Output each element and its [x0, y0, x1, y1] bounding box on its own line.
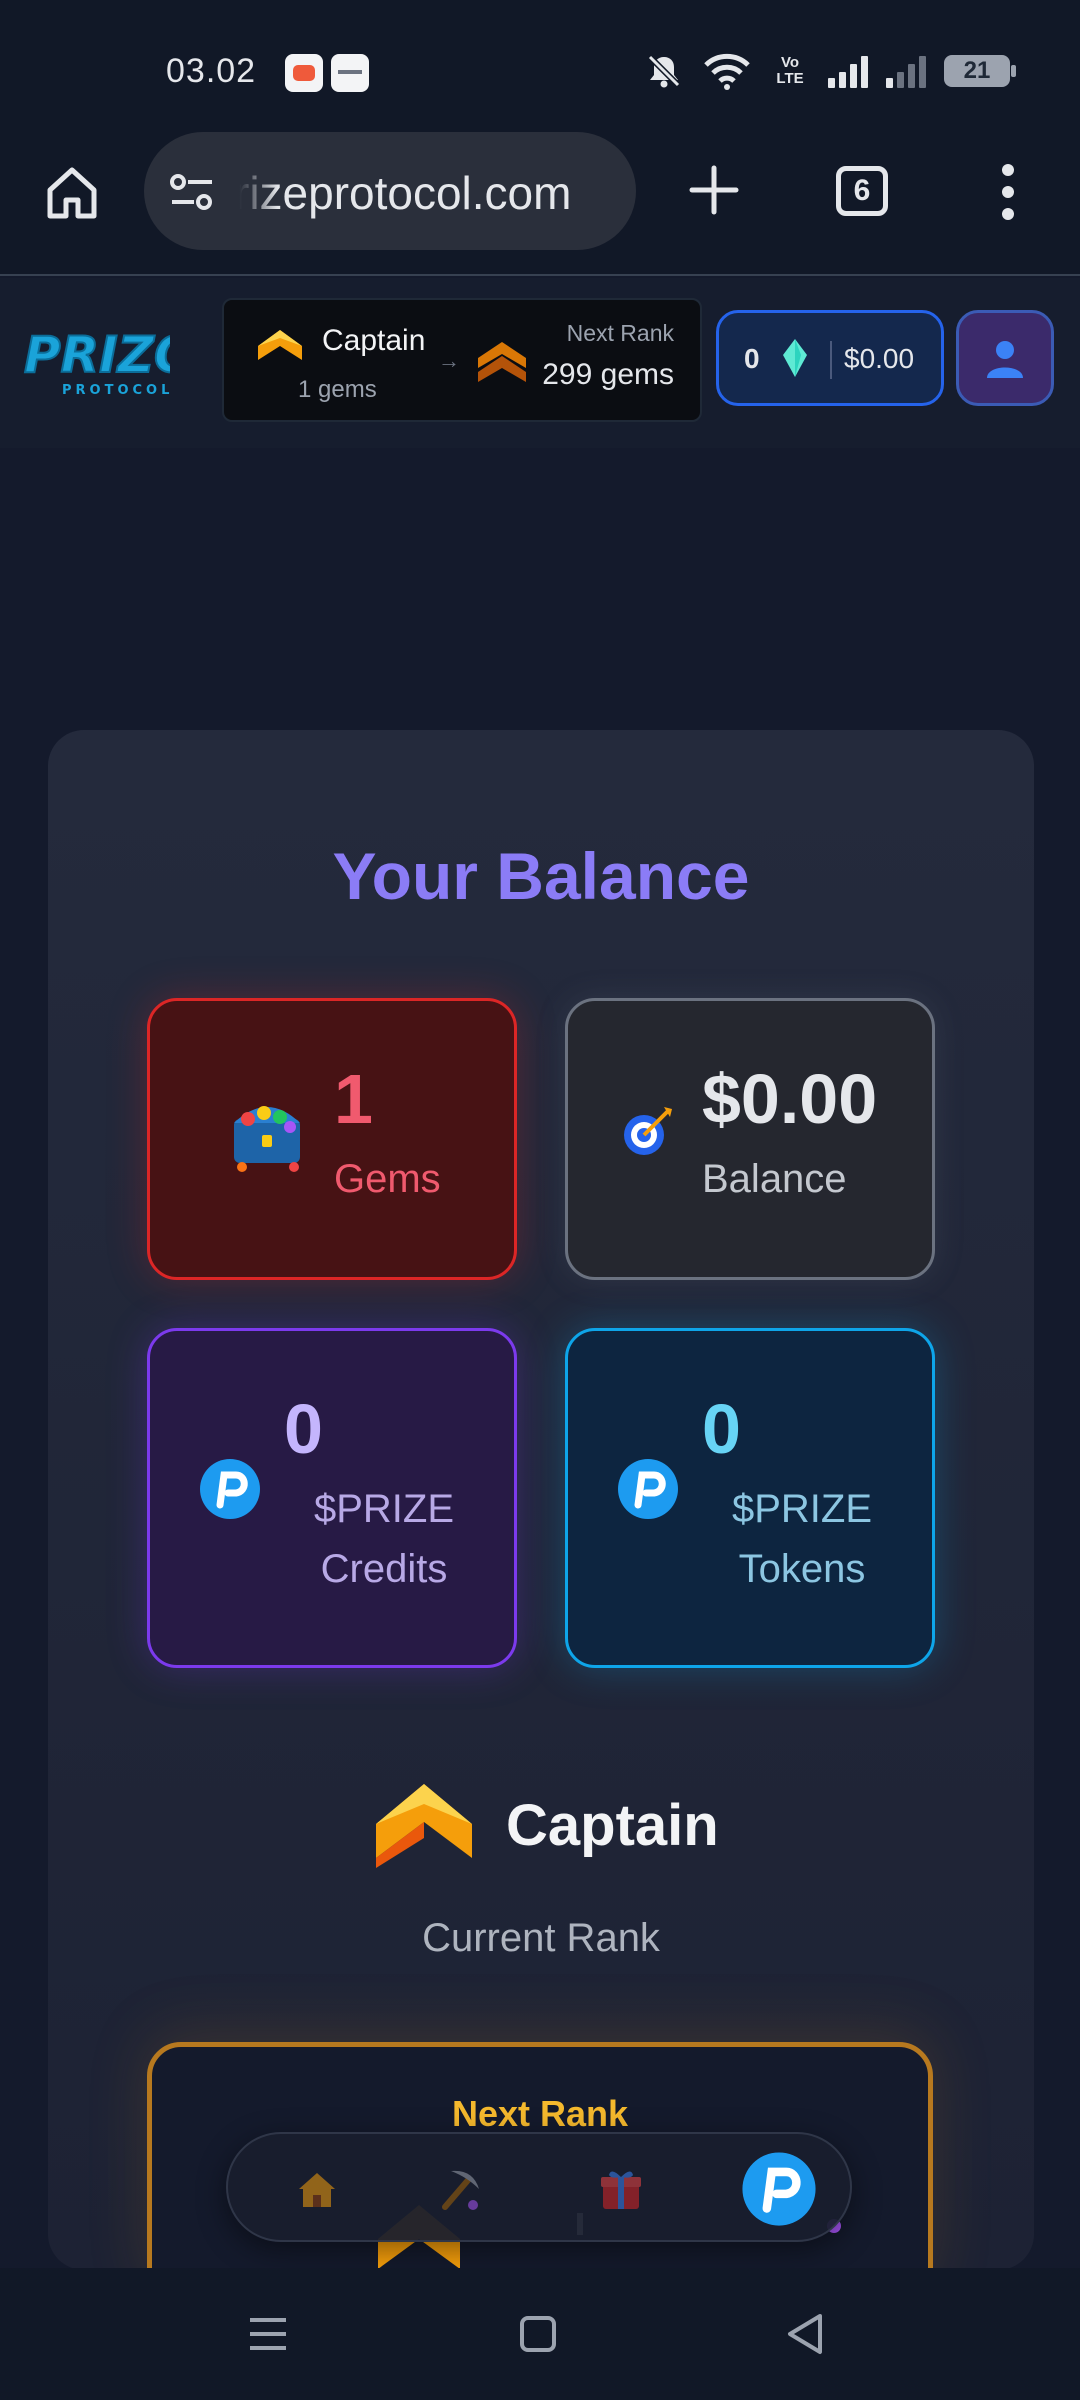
tokens-value: 0	[702, 1390, 741, 1468]
gems-label: Gems	[334, 1157, 441, 1201]
tokens-label: $PRIZE Tokens	[731, 1487, 873, 1591]
pickaxe-icon	[442, 2170, 479, 2210]
current-rank-gems: 1 gems	[298, 376, 377, 403]
plus-icon[interactable]	[682, 158, 746, 222]
current-rank: Captain	[48, 1780, 1034, 1870]
wallet-gems: 0	[744, 343, 760, 374]
tabs-icon[interactable]: 6	[836, 166, 888, 216]
prize-credits-tile[interactable]: 0 $PRIZE Credits	[147, 1328, 517, 1668]
logo-text: PRIZO	[24, 326, 170, 384]
recents-icon[interactable]	[240, 2306, 296, 2362]
next-rank-label: Next Rank	[566, 320, 674, 346]
home-icon	[299, 2173, 335, 2207]
wifi-icon	[704, 53, 750, 90]
rank-name: Captain	[506, 1793, 719, 1858]
balance-label: Balance	[702, 1157, 847, 1201]
nav-home[interactable]	[280, 2152, 354, 2226]
user-icon	[987, 341, 1023, 378]
address-bar[interactable]: rizeprotocol.com	[144, 132, 636, 250]
balance-title: Your Balance	[332, 839, 750, 913]
more-vert-icon[interactable]	[990, 160, 1026, 224]
profile-button[interactable]	[956, 310, 1054, 406]
prizo-protocol-logo[interactable]: PRIZO PROTOCOL	[20, 314, 170, 414]
system-icons: Vo LTE 21	[644, 48, 1016, 94]
credits-value: 0	[284, 1390, 323, 1468]
target-icon	[624, 1107, 672, 1155]
nav-gift[interactable]	[584, 2152, 658, 2226]
status-bar: 03.02 Vo LTE 21	[0, 0, 1080, 130]
signal-icon	[828, 54, 868, 88]
mute-icon	[647, 54, 681, 88]
wallet-divider	[830, 341, 832, 379]
url-text: rizeprotocol.com	[234, 167, 572, 219]
site-settings-icon[interactable]	[168, 170, 216, 214]
balance-value: $0.00	[702, 1060, 878, 1138]
logo-subtext: PROTOCOL	[62, 383, 170, 398]
gift-icon	[601, 2171, 641, 2209]
home-icon[interactable]	[510, 2306, 566, 2362]
current-rank-name: Captain	[322, 324, 426, 357]
next-rank-icon	[478, 342, 526, 382]
gems-tile[interactable]: 1 Gems	[147, 998, 517, 1280]
tab-count: 6	[853, 174, 871, 207]
network-type-label: Vo LTE	[776, 54, 804, 87]
prize-logo-icon	[742, 2152, 816, 2226]
gems-value: 1	[334, 1060, 373, 1138]
signal-icon	[886, 54, 926, 88]
back-icon[interactable]	[778, 2306, 834, 2362]
prize-logo-icon	[200, 1459, 260, 1519]
app-notification-icon	[331, 54, 369, 92]
browser-toolbar: rizeprotocol.com 6	[0, 130, 1080, 276]
nav-mine[interactable]	[422, 2152, 496, 2226]
app-header: PRIZO PROTOCOL Captain 1 gems → Next Ran…	[0, 278, 1080, 448]
gem-icon	[783, 339, 807, 377]
app-notification-icon	[285, 54, 323, 92]
prize-logo-icon	[618, 1459, 678, 1519]
rank-subtitle: Current Rank	[422, 1916, 660, 1960]
prize-tokens-tile[interactable]: 0 $PRIZE Tokens	[565, 1328, 935, 1668]
battery-level: 21	[963, 57, 991, 84]
captain-rank-icon	[376, 1784, 472, 1868]
bottom-nav	[226, 2132, 852, 2242]
nav-prize[interactable]	[734, 2144, 824, 2234]
system-nav-bar	[0, 2268, 1080, 2400]
app-screen: 03.02 Vo LTE 21 rizeprotocol.com 6 PRIZ …	[0, 0, 1080, 2400]
treasure-chest-icon	[234, 1106, 300, 1172]
captain-rank-icon	[258, 330, 302, 360]
rank-progress-pill[interactable]: Captain 1 gems → Next Rank 299 gems	[222, 298, 702, 422]
arrow-right-icon: →	[438, 348, 460, 373]
wallet-balance: $0.00	[844, 343, 915, 374]
battery-icon: 21	[944, 55, 1016, 87]
home-icon[interactable]	[40, 160, 104, 224]
url-fade	[230, 152, 278, 232]
balance-tile[interactable]: $0.00 Balance	[565, 998, 935, 1280]
credits-label: $PRIZE Credits	[313, 1487, 455, 1591]
wallet-pill[interactable]: 0 $0.00	[716, 310, 944, 406]
next-rank-heading: Next Rank	[451, 2093, 629, 2134]
next-rank-gems: 299 gems	[542, 358, 674, 391]
balance-card: Your Balance 1 Gems $0.00 Balance 0 $PRI…	[48, 730, 1034, 2302]
status-time: 03.02	[166, 52, 257, 90]
